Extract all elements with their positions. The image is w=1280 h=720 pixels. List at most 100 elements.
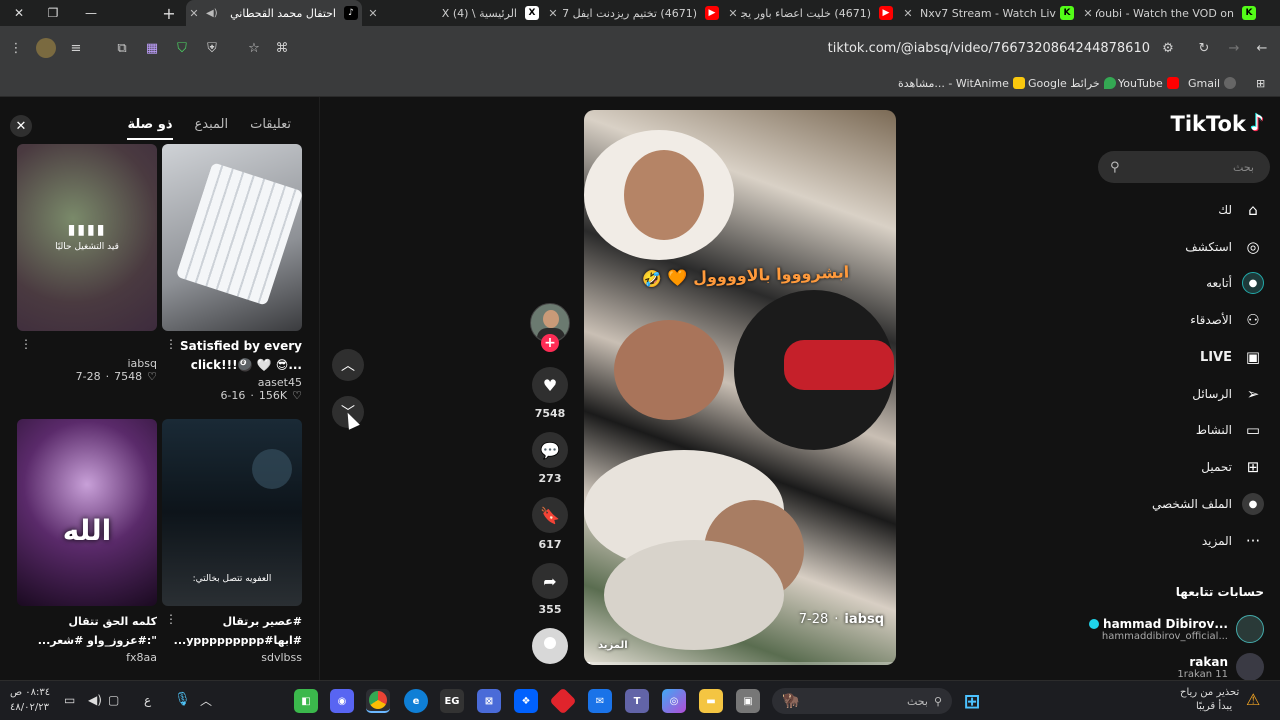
browser-tab[interactable]: ✕ الرئيسية \ X (4) X: [365, 0, 543, 26]
tab-close-icon[interactable]: ✕: [365, 7, 381, 20]
tab-close-icon[interactable]: ✕: [1080, 7, 1096, 20]
sidebar-item-friends[interactable]: ⚇ الأصدقاء: [1190, 309, 1264, 331]
app-icon[interactable]: ⊠: [477, 689, 501, 713]
more-kebab-icon[interactable]: ⋮: [165, 612, 177, 626]
weather-warning-icon[interactable]: ⚠: [1246, 690, 1260, 709]
sidebar-item-following[interactable]: ● أتابعه: [1206, 272, 1264, 294]
sidebar-item-profile[interactable]: ● الملف الشخصي: [1152, 493, 1264, 515]
tab-search-icon[interactable]: ≡: [66, 38, 86, 58]
window-restore-icon[interactable]: ❐: [34, 0, 72, 26]
follow-plus-button[interactable]: +: [541, 334, 559, 352]
extension-icon[interactable]: ▦: [142, 38, 162, 58]
mail-icon[interactable]: ✉: [588, 689, 612, 713]
tab-close-icon[interactable]: ✕: [900, 7, 916, 20]
app-icon[interactable]: ◧: [294, 689, 318, 713]
window-close-icon[interactable]: ✕: [0, 0, 38, 26]
browser-tab[interactable]: ✕ Youbi - Watch the VOD on K: [1080, 0, 1260, 26]
back-arrow-icon[interactable]: ←: [1252, 38, 1272, 58]
comment-icon[interactable]: 💬: [532, 432, 568, 468]
more-kebab-icon[interactable]: ⋮: [165, 337, 177, 351]
tab-close-icon[interactable]: ✕: [186, 7, 202, 20]
discord-icon[interactable]: ◉: [330, 689, 354, 713]
close-icon[interactable]: ✕: [10, 115, 32, 137]
weather-alert-subtitle[interactable]: يبدأ قريبًا: [1196, 701, 1232, 712]
video-thumbnail-playing[interactable]: ▮▮▮▮ قيد التشغيل حاليًا: [17, 144, 157, 331]
epic-games-icon[interactable]: EG: [440, 689, 464, 713]
sidebar-item-activity[interactable]: ▭ النشاط: [1196, 419, 1264, 441]
video-thumbnail[interactable]: الله: [17, 419, 157, 606]
video-author-meta: 7-28 · iabsq: [798, 612, 884, 627]
more-kebab-icon[interactable]: ⋮: [20, 337, 32, 351]
apps-grid-icon[interactable]: ⊞: [1256, 74, 1265, 92]
sidebar-item-upload[interactable]: ⊞ تحميل: [1201, 456, 1264, 478]
extensions-icon[interactable]: ⧉: [112, 38, 132, 58]
forward-arrow-icon[interactable]: →: [1224, 38, 1244, 58]
clock-date[interactable]: ٤٨/٠٢/٢٣: [10, 702, 49, 713]
like-heart-icon[interactable]: ♥: [532, 367, 568, 403]
menu-kebab-icon[interactable]: ⋮: [6, 38, 26, 58]
browser-tab-active[interactable]: ✕ ◀) احتفال محمد القحطاني ♪: [186, 0, 362, 26]
bookmark-witanime[interactable]: مشاهدة... - WitAnime: [898, 74, 1025, 92]
chrome-icon[interactable]: [366, 689, 390, 713]
video-progress-bar[interactable]: [584, 662, 896, 665]
equalizer-icon: ▮▮▮▮: [67, 222, 107, 238]
more-button[interactable]: المزيد: [598, 640, 628, 651]
video-thumbnail[interactable]: العفويه تتصل بخالتي:: [162, 419, 302, 606]
video-thumbnail[interactable]: [162, 144, 302, 331]
bookmark-google-maps[interactable]: Google خرائط: [1028, 74, 1116, 92]
weather-alert-title[interactable]: تحذير من رياح: [1180, 687, 1239, 698]
network-icon[interactable]: ▢: [108, 693, 119, 707]
address-bar[interactable]: tiktok.com/@iabsq/video/7667320864244878…: [262, 34, 1190, 62]
share-arrow-icon[interactable]: ➦: [532, 563, 568, 599]
shield-icon[interactable]: ⛉: [172, 38, 192, 58]
music-disc-icon[interactable]: [532, 628, 568, 664]
edge-icon[interactable]: e: [404, 689, 428, 713]
bookmark-star-icon[interactable]: ☆: [244, 38, 264, 58]
tray-chevron-up-icon[interactable]: ︿: [200, 692, 212, 709]
search-input[interactable]: بحث ⚲: [1098, 151, 1270, 183]
dropbox-icon[interactable]: ❖: [514, 689, 538, 713]
sidebar-item-live[interactable]: ▣ LIVE: [1200, 346, 1264, 368]
site-settings-icon[interactable]: ⚙: [1158, 38, 1178, 58]
search-icon[interactable]: ⚲: [1110, 160, 1120, 175]
followed-account[interactable]: rakan 1rakan 11: [1177, 652, 1264, 682]
tab-audio-icon[interactable]: ◀): [206, 8, 218, 19]
tiktok-logo[interactable]: ♪ TikTok: [1171, 111, 1264, 136]
microphone-icon[interactable]: 🎙: [174, 692, 191, 707]
previous-video-chevron-up-icon[interactable]: ︿: [332, 349, 364, 381]
tab-close-icon[interactable]: ✕: [545, 7, 561, 20]
bookmark-icon[interactable]: 🔖: [532, 497, 568, 533]
sidebar-item-explore[interactable]: ◎ استكشف: [1185, 236, 1264, 258]
security-shield-icon[interactable]: ⛨: [202, 38, 222, 58]
tab-related[interactable]: ذو صلة: [127, 117, 173, 140]
copilot-icon[interactable]: ◎: [662, 689, 686, 713]
app-icon[interactable]: [549, 687, 577, 715]
followed-account[interactable]: ...hammad Dibirov ...hammaddibirov_offic…: [1089, 614, 1264, 644]
input-language[interactable]: ع: [144, 693, 151, 707]
taskbar-search-input[interactable]: ⚲ بحث 🦬: [772, 688, 952, 714]
video-player[interactable]: ابشروووا بالاوووول 🧡 🤣 7-28 · iabsq المز…: [584, 110, 896, 665]
browser-tab[interactable]: ✕ (4671) تختيم ريزدنت ايفل 7 ▶: [545, 0, 723, 26]
tab-close-icon[interactable]: ✕: [725, 7, 741, 20]
browser-tab[interactable]: ✕ Nxv7 Stream - Watch Live K: [900, 0, 1078, 26]
new-tab-plus-icon[interactable]: +: [150, 0, 188, 26]
file-explorer-icon[interactable]: ▬: [699, 689, 723, 713]
profile-avatar-icon[interactable]: [36, 38, 56, 58]
clock-time[interactable]: ٠٨:٣٤ ص: [10, 687, 50, 698]
tab-comments[interactable]: تعليقات: [250, 117, 291, 140]
bookmark-gmail[interactable]: Gmail: [1188, 74, 1237, 92]
browser-tab[interactable]: ✕ (4671) خليت اعضاء باور يجر ▶: [725, 0, 897, 26]
app-icon[interactable]: ▣: [736, 689, 760, 713]
tab-creator[interactable]: المبدع: [195, 117, 229, 140]
following-accounts-title: حسابات تتابعها: [1175, 585, 1264, 599]
sidebar-item-more[interactable]: ··· المزيد: [1202, 530, 1264, 552]
teams-icon[interactable]: T: [625, 689, 649, 713]
bookmark-youtube[interactable]: YouTube: [1118, 74, 1179, 92]
reload-icon[interactable]: ↻: [1194, 38, 1214, 58]
sidebar-item-messages[interactable]: ➢ الرسائل: [1192, 383, 1264, 405]
sidebar-item-for-you[interactable]: ⌂ لك: [1218, 199, 1264, 221]
battery-icon[interactable]: ▭: [64, 693, 75, 707]
volume-icon[interactable]: ◀): [88, 693, 102, 707]
windows-start-icon[interactable]: ⊞: [960, 689, 984, 713]
window-minimize-icon[interactable]: —: [72, 0, 110, 26]
